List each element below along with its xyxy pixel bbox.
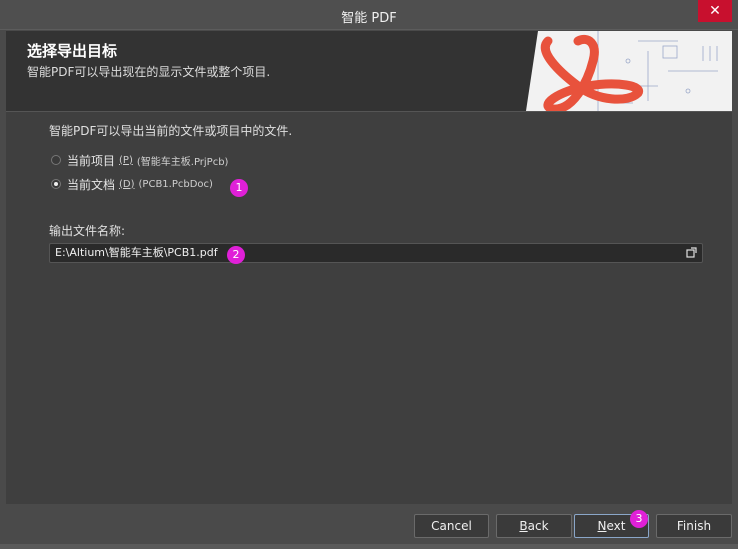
pdf-banner-image <box>518 31 732 111</box>
page-subtitle: 智能PDF可以导出现在的显示文件或整个项目. <box>27 65 271 79</box>
content-panel: 智能PDF可以导出当前的文件或项目中的文件. 当前项目 (P) (智能车主板.P… <box>6 111 732 504</box>
radio-label: 当前文档 <box>67 177 116 192</box>
page-title: 选择导出目标 <box>27 42 118 60</box>
radio-detail: (智能车主板.PrjPcb) <box>136 156 229 168</box>
close-button[interactable]: ✕ <box>698 0 732 22</box>
output-path-input[interactable]: E:\Altium\智能车主板\PCB1.pdf <box>49 243 703 263</box>
wizard-footer: Cancel Back Next Finish 3 <box>0 505 738 549</box>
finish-label: Finish <box>676 519 712 533</box>
annotation-badge-3: 3 <box>630 510 648 528</box>
finish-button[interactable]: Finish <box>656 514 732 538</box>
radio-button[interactable] <box>51 155 61 165</box>
back-label-key: B <box>519 519 528 533</box>
radio-current-document[interactable]: 当前文档 (D) (PCB1.PcbDoc) <box>51 176 213 192</box>
radio-detail: (PCB1.PcbDoc) <box>138 178 213 190</box>
annotation-badge-1: 1 <box>230 179 248 197</box>
bottom-strip <box>0 544 738 549</box>
next-label-rest: ext <box>606 519 626 533</box>
output-filename-label: 输出文件名称: <box>49 224 126 238</box>
wizard-header: 选择导出目标 智能PDF可以导出现在的显示文件或整个项目. <box>6 31 732 111</box>
output-path-value: E:\Altium\智能车主板\PCB1.pdf <box>55 246 218 259</box>
title-bar: 智能 PDF ✕ <box>0 0 738 30</box>
radio-label: 当前项目 <box>67 153 116 168</box>
back-label-rest: ack <box>527 519 549 533</box>
radio-shortcut: (D) <box>119 178 135 190</box>
radio-shortcut: (P) <box>119 154 133 166</box>
radio-button[interactable] <box>51 179 61 189</box>
cancel-button[interactable]: Cancel <box>414 514 489 538</box>
cancel-label: Cancel <box>431 519 472 533</box>
annotation-badge-2: 2 <box>227 246 245 264</box>
back-button[interactable]: Back <box>496 514 572 538</box>
radio-current-project[interactable]: 当前项目 (P) (智能车主板.PrjPcb) <box>51 152 228 168</box>
next-label-key: N <box>597 519 607 533</box>
browse-icon[interactable] <box>686 247 697 258</box>
description-text: 智能PDF可以导出当前的文件或项目中的文件. <box>49 124 293 138</box>
window-title: 智能 PDF <box>341 11 397 26</box>
